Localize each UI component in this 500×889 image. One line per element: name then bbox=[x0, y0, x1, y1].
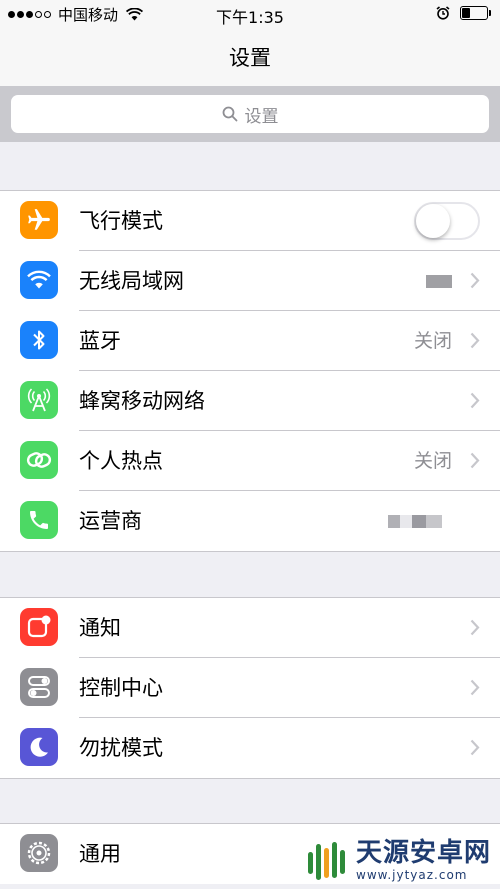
settings-row-bluetooth[interactable]: 蓝牙 关闭 bbox=[0, 311, 500, 371]
status-bar: 中国移动 下午1:35 bbox=[0, 0, 500, 28]
alarm-icon bbox=[436, 6, 450, 20]
airplane-icon bbox=[20, 201, 58, 239]
android-logo-icon bbox=[308, 842, 345, 880]
carrier-label: 运营商 bbox=[79, 509, 142, 533]
personal-hotspot-label: 个人热点 bbox=[79, 449, 163, 473]
settings-group-connectivity: 飞行模式 无线局域网 蓝牙 关闭 蜂窝移动网络 个人热点 关闭 运营商 bbox=[0, 190, 500, 552]
navigation-bar: 设置 bbox=[0, 28, 500, 86]
settings-row-control-center[interactable]: 控制中心 bbox=[0, 658, 500, 718]
battery-tip bbox=[489, 10, 491, 16]
bluetooth-label: 蓝牙 bbox=[79, 329, 121, 353]
bluetooth-status: 关闭 bbox=[413, 330, 452, 352]
chevron-right-icon bbox=[470, 392, 480, 409]
chevron-right-icon bbox=[470, 679, 480, 696]
status-right bbox=[436, 6, 491, 20]
settings-row-cellular[interactable]: 蜂窝移动网络 bbox=[0, 371, 500, 431]
chevron-right-icon bbox=[470, 619, 480, 636]
watermark: 天源安卓网 www.jytyaz.com bbox=[306, 838, 491, 882]
watermark-title: 天源安卓网 bbox=[356, 838, 492, 868]
airplane-mode-toggle[interactable] bbox=[414, 202, 480, 240]
search-placeholder: 设置 bbox=[244, 106, 279, 127]
control-center-label: 控制中心 bbox=[79, 676, 163, 700]
page-title: 设置 bbox=[229, 46, 271, 70]
status-time: 下午1:35 bbox=[216, 8, 284, 27]
airplane-mode-label: 飞行模式 bbox=[79, 209, 163, 233]
do-not-disturb-label: 勿扰模式 bbox=[79, 736, 163, 760]
battery-icon bbox=[460, 6, 491, 20]
cellular-label: 蜂窝移动网络 bbox=[79, 389, 205, 413]
carrier-name-redacted bbox=[388, 515, 442, 528]
settings-row-personal-hotspot[interactable]: 个人热点 关闭 bbox=[0, 431, 500, 491]
settings-row-airplane-mode[interactable]: 飞行模式 bbox=[0, 191, 500, 251]
notification-icon bbox=[20, 608, 58, 646]
wifi-label: 无线局域网 bbox=[79, 269, 184, 293]
chevron-right-icon bbox=[470, 452, 480, 469]
battery-fill bbox=[462, 8, 470, 18]
watermark-text: 天源安卓网 www.jytyaz.com bbox=[356, 838, 491, 882]
wifi-icon bbox=[20, 261, 58, 299]
wifi-network-redacted bbox=[426, 275, 452, 288]
cellular-antenna-icon bbox=[20, 381, 58, 419]
control-center-icon bbox=[20, 668, 58, 706]
phone-icon bbox=[20, 501, 58, 539]
settings-group-notifications: 通知 控制中心 勿扰模式 bbox=[0, 597, 500, 779]
settings-row-do-not-disturb[interactable]: 勿扰模式 bbox=[0, 718, 500, 778]
watermark-url: www.jytyaz.com bbox=[356, 868, 468, 882]
general-label: 通用 bbox=[79, 842, 121, 866]
search-icon bbox=[222, 106, 237, 122]
settings-row-wifi[interactable]: 无线局域网 bbox=[0, 251, 500, 311]
toggle-knob bbox=[416, 204, 450, 238]
search-area: 设置 bbox=[0, 86, 500, 142]
moon-icon bbox=[20, 728, 58, 766]
chevron-right-icon bbox=[470, 272, 480, 289]
search-input[interactable]: 设置 bbox=[11, 95, 489, 133]
settings-row-carrier[interactable]: 运营商 bbox=[0, 491, 500, 551]
personal-hotspot-status: 关闭 bbox=[413, 450, 452, 472]
chevron-right-icon bbox=[470, 332, 480, 349]
hotspot-link-icon bbox=[20, 441, 58, 479]
bluetooth-icon bbox=[20, 321, 58, 359]
settings-screen: 中国移动 下午1:35 设置 设置 飞行模式 无线局域网 蓝牙 关闭 蜂窝移动网… bbox=[0, 0, 500, 889]
notifications-label: 通知 bbox=[79, 616, 121, 640]
gear-icon bbox=[20, 834, 58, 872]
settings-row-notifications[interactable]: 通知 bbox=[0, 598, 500, 658]
chevron-right-icon bbox=[470, 739, 480, 756]
